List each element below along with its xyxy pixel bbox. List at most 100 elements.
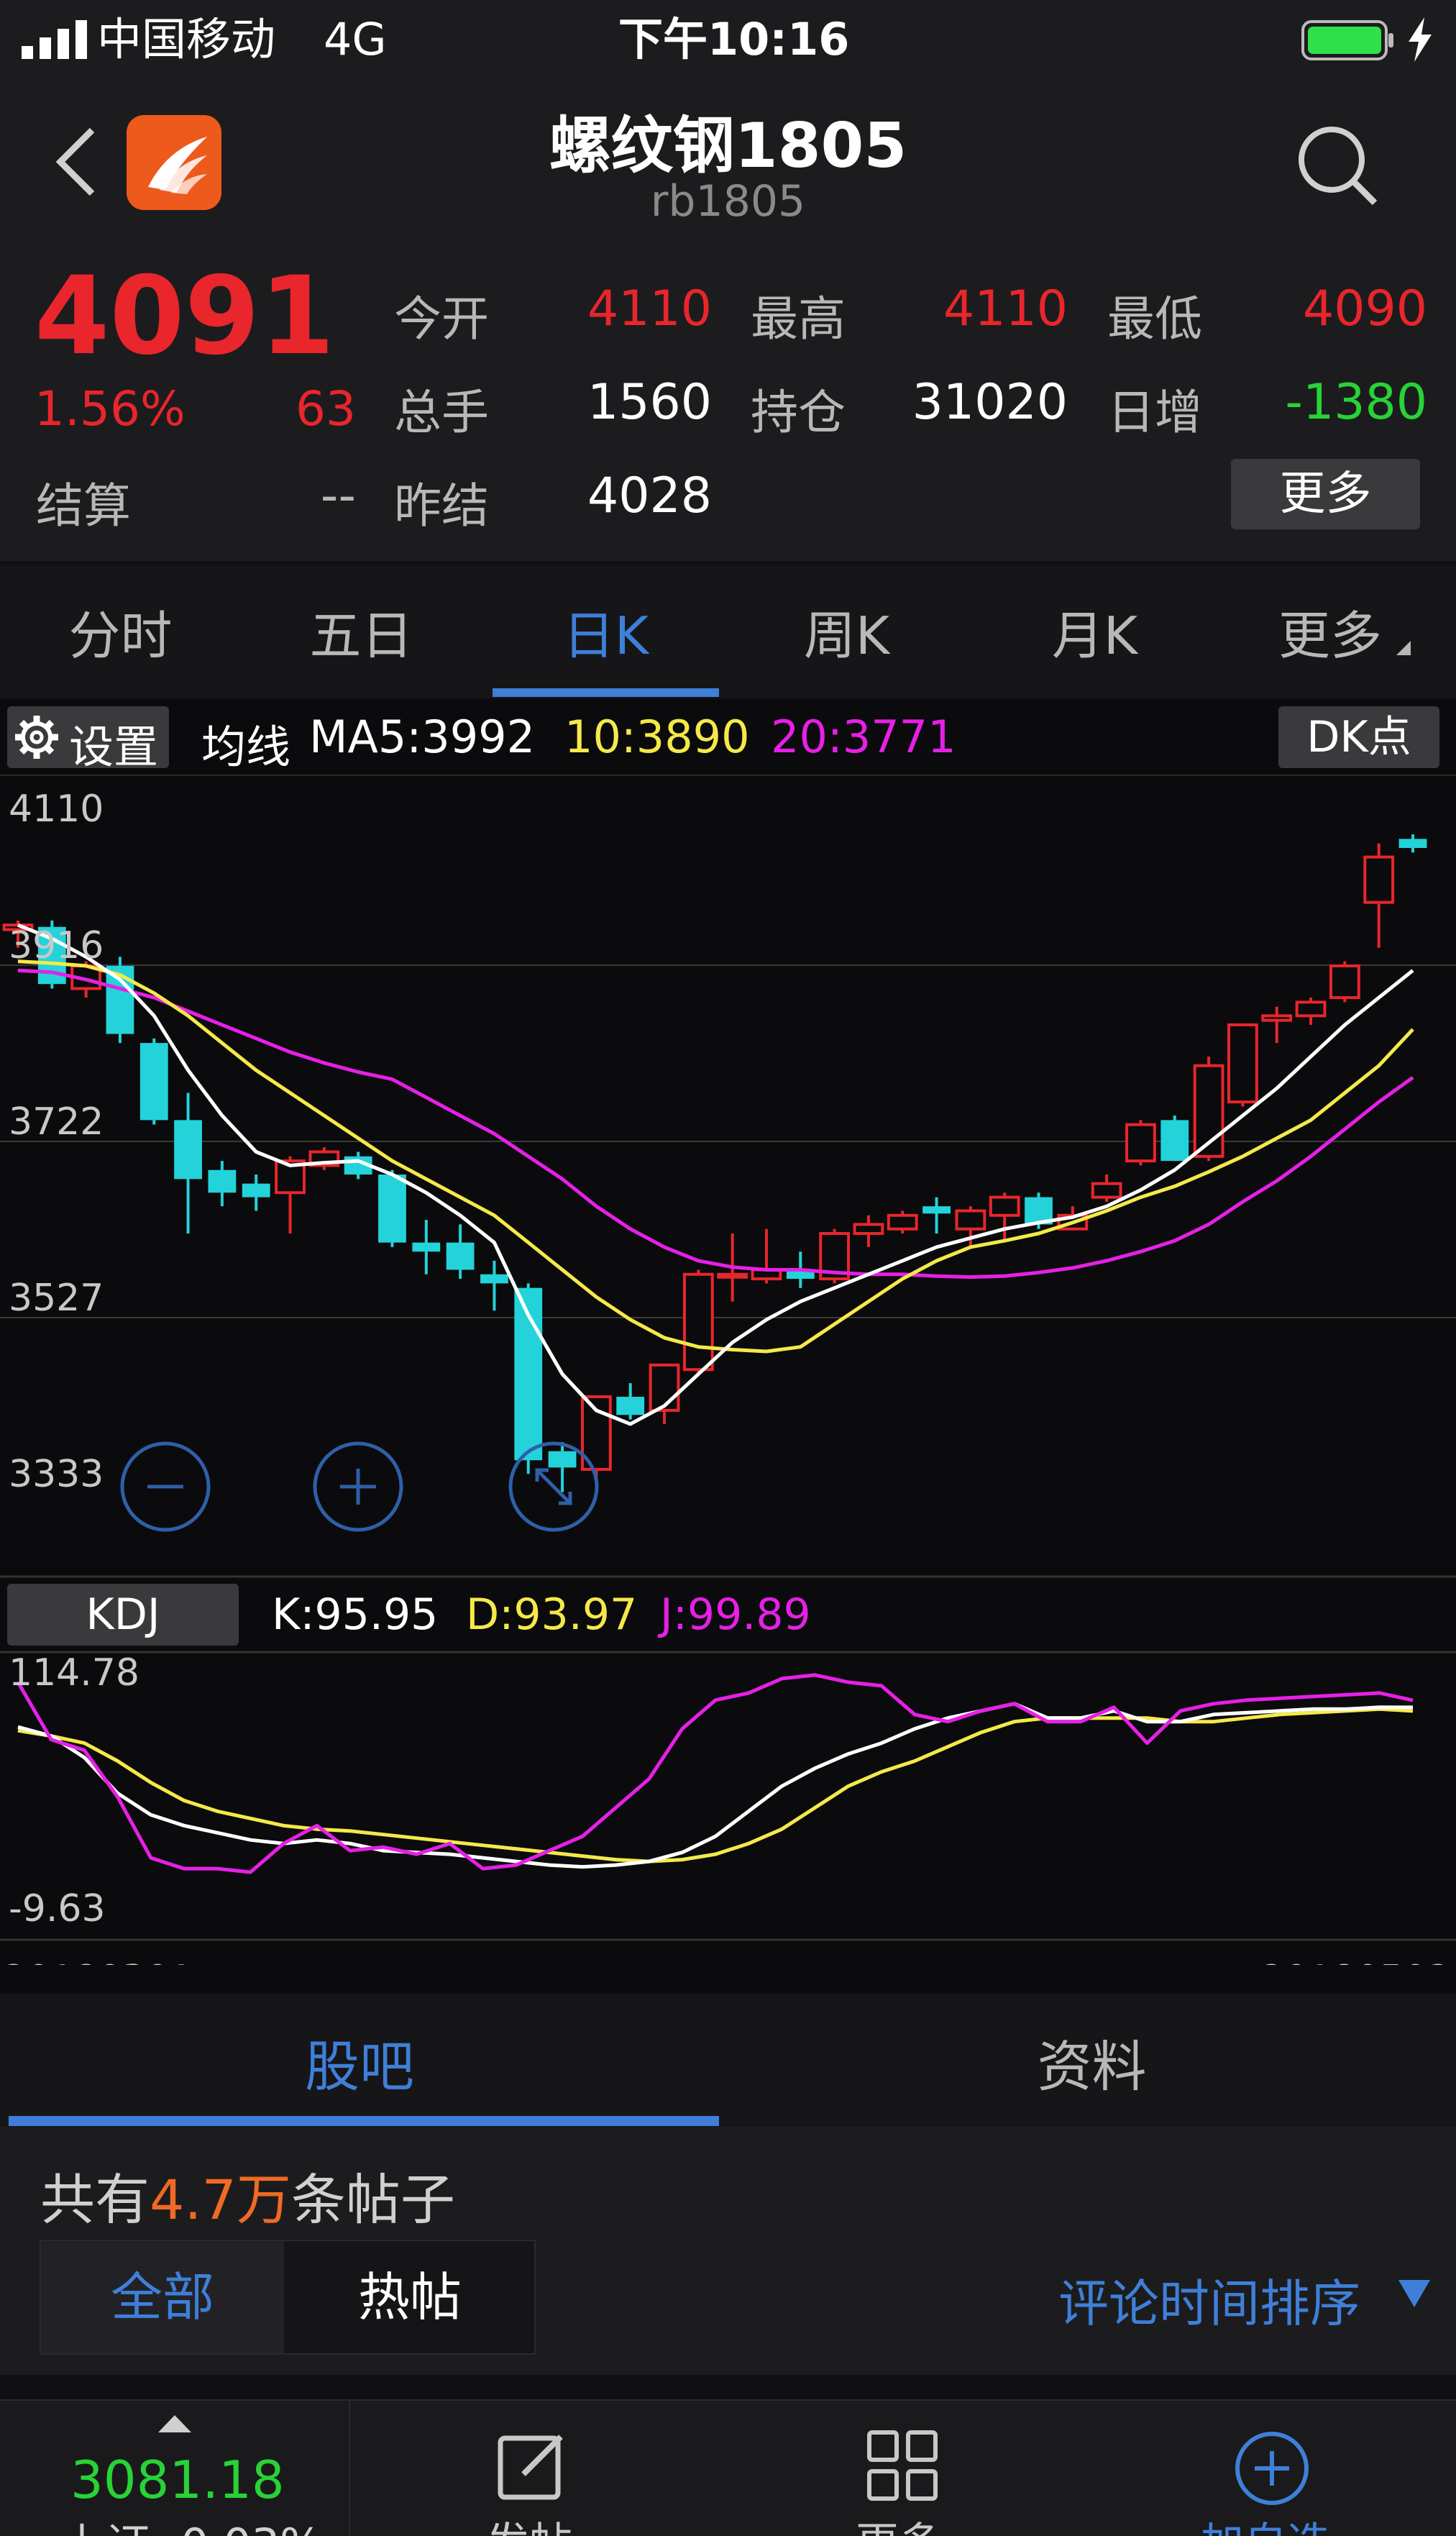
- ma-label: 均线: [201, 721, 291, 773]
- charging-icon: [1409, 17, 1432, 62]
- kdj-lines: [16, 1673, 1414, 1874]
- tab-weekly-k[interactable]: 周K: [726, 593, 967, 669]
- post-count-prefix: 共有: [40, 2168, 150, 2232]
- status-bar: 中国移动 4G 下午10:16: [0, 0, 1456, 79]
- candle-body-down: [242, 1183, 270, 1198]
- x-end-date-label: 20180502: [1260, 1958, 1451, 1965]
- zoom-out-icon[interactable]: [119, 1440, 212, 1533]
- dropdown-arrow-icon[interactable]: [1398, 2280, 1430, 2309]
- more-menu-label[interactable]: 更多: [856, 2509, 942, 2536]
- zoom-in-icon[interactable]: [311, 1440, 405, 1533]
- candle-body-up: [955, 1209, 986, 1231]
- network-type: 4G: [324, 13, 387, 65]
- kdj-k-value: K:95.95: [272, 1589, 439, 1640]
- candle-body-down: [922, 1206, 951, 1214]
- kdj-min-label: -9.63: [9, 1887, 106, 1930]
- filter-all-button[interactable]: 全部: [41, 2241, 284, 2353]
- tab-active-indicator: [493, 688, 719, 697]
- forum-tab-indicator: [9, 2116, 719, 2126]
- kdj-d-line: [17, 1707, 1414, 1864]
- compose-label[interactable]: 发帖: [486, 2509, 572, 2536]
- high-value: 4110: [943, 280, 1068, 337]
- settle-value: --: [320, 467, 356, 524]
- header-bar: 螺纹钢1805 rb1805: [0, 79, 1456, 245]
- y-tick-label: 3722: [9, 1100, 104, 1144]
- kline-chart[interactable]: 4110 3916 3722 3527 3333 114.78 -9.63 20180301 2…: [0, 775, 1456, 1965]
- candle-body-down: [480, 1274, 508, 1284]
- candle-body-down: [446, 1242, 475, 1270]
- candle-body-up: [1261, 1014, 1293, 1022]
- y-tick-label: 3916: [9, 924, 104, 967]
- settle-label: 结算: [36, 478, 131, 534]
- tab-more[interactable]: 更多: [1222, 593, 1438, 669]
- change-amount: 63: [296, 381, 356, 437]
- status-time: 下午10:16: [618, 13, 850, 65]
- chart-grid: [0, 775, 1456, 1941]
- signal-icon: [22, 20, 87, 59]
- add-watchlist-icon[interactable]: [1233, 2430, 1311, 2507]
- tab-forum[interactable]: 股吧: [0, 2022, 719, 2102]
- prev-settle-label: 昨结: [394, 478, 489, 534]
- y-tick-label: 3333: [9, 1453, 104, 1496]
- kdj-indicator-button[interactable]: KDJ: [7, 1584, 239, 1646]
- up-arrow-icon: [158, 2415, 191, 2432]
- tab-monthly-k[interactable]: 月K: [974, 593, 1215, 669]
- settings-label: 设置: [69, 721, 159, 773]
- quote-panel: 4091 1.56% 63 今开 4110 最高 4110 最低 4090 总手…: [0, 245, 1456, 561]
- search-icon[interactable]: [1294, 122, 1381, 209]
- candle-body-up: [853, 1223, 884, 1236]
- high-label: 最高: [751, 291, 846, 347]
- candle-body-up: [887, 1213, 918, 1231]
- fullscreen-icon[interactable]: [507, 1440, 600, 1533]
- post-count-suffix: 条帖子: [290, 2168, 455, 2232]
- chart-area: 设置 均线 MA5:3992 10:3890 20:3771 DK点 4110 3…: [0, 699, 1456, 1994]
- gear-icon: [15, 716, 58, 759]
- chart-settings-button[interactable]: 设置: [7, 706, 169, 773]
- kdj-j-value: J:99.89: [660, 1589, 811, 1640]
- kdj-k-line: [17, 1702, 1414, 1869]
- position-value: 31020: [912, 374, 1068, 431]
- open-value: 4110: [587, 280, 712, 337]
- tab-info[interactable]: 资料: [728, 2022, 1456, 2102]
- ma20-value: 20:3771: [771, 711, 956, 763]
- candle-body-down: [174, 1120, 202, 1180]
- ma10-value: 10:3890: [564, 711, 750, 763]
- tab-intraday[interactable]: 分时: [0, 593, 241, 669]
- filter-hot-button[interactable]: 热帖: [285, 2241, 534, 2353]
- prev-settle-value: 4028: [587, 467, 712, 524]
- page-title: 螺纹钢1805: [549, 110, 907, 182]
- candle-body-up: [1329, 964, 1360, 1000]
- last-price: 4091: [35, 254, 335, 379]
- volume-value: 1560: [587, 374, 712, 431]
- index-sub: 上证 -0.03%: [61, 2509, 322, 2536]
- triangle-corner-icon: [1396, 641, 1411, 655]
- open-label: 今开: [394, 291, 489, 347]
- candle-body-down: [616, 1397, 645, 1415]
- index-value[interactable]: 3081.18: [70, 2450, 285, 2510]
- candle-body-up: [1125, 1123, 1156, 1163]
- post-count: 共有4.7万条帖子: [40, 2156, 455, 2235]
- candle-body-down: [1160, 1120, 1189, 1162]
- candlestick-series: [2, 834, 1427, 1492]
- candle-body-down: [208, 1169, 237, 1193]
- dk-point-button[interactable]: DK点: [1278, 706, 1439, 768]
- more-quote-button[interactable]: 更多: [1231, 459, 1420, 529]
- ma5-value: MA5:3992: [309, 711, 536, 763]
- contract-code: rb1805: [650, 176, 806, 227]
- post-count-number: 4.7万: [150, 2168, 291, 2232]
- candle-body-down: [1398, 839, 1427, 848]
- sort-dropdown[interactable]: 评论时间排序: [1058, 2263, 1360, 2336]
- candle-body-up: [1363, 855, 1395, 904]
- tab-daily-k[interactable]: 日K: [493, 593, 719, 669]
- low-value: 4090: [1302, 280, 1427, 337]
- grid-more-icon[interactable]: [866, 2430, 938, 2501]
- daily-increase-label: 日增: [1107, 385, 1202, 440]
- candle-body-up: [717, 1272, 748, 1279]
- candle-body-up: [989, 1195, 1020, 1217]
- candle-body-down: [139, 1043, 168, 1121]
- compose-icon[interactable]: [496, 2430, 568, 2501]
- post-filter-group: 全部 热帖: [40, 2240, 536, 2355]
- add-watchlist-label[interactable]: 加自选: [1201, 2509, 1330, 2536]
- tab-five-day[interactable]: 五日: [241, 593, 482, 669]
- battery-icon: [1301, 20, 1393, 60]
